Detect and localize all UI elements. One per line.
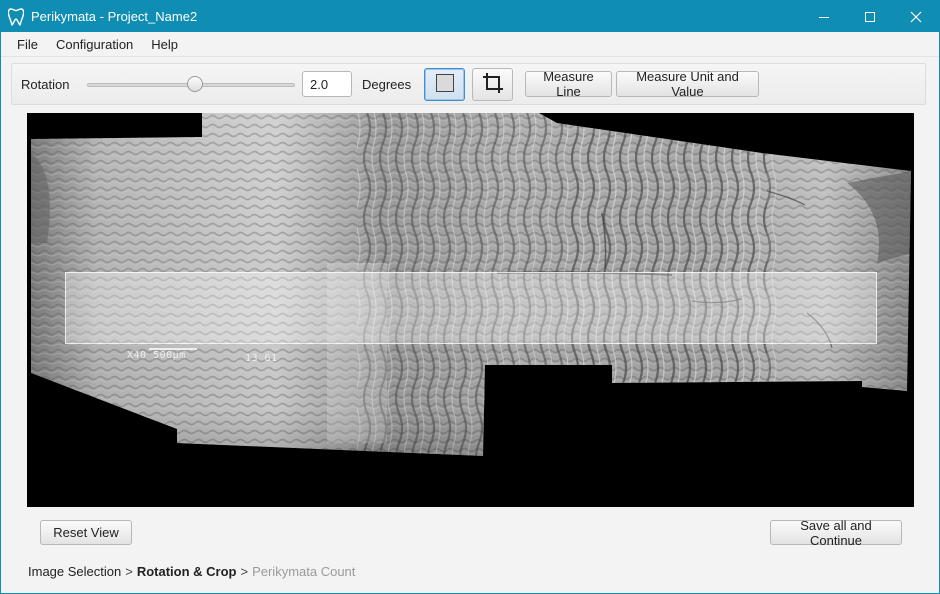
rotation-slider-thumb[interactable] bbox=[187, 76, 204, 92]
save-continue-button[interactable]: Save all and Continue bbox=[770, 518, 902, 548]
tooth-icon bbox=[1, 1, 31, 32]
select-tool-button[interactable] bbox=[424, 68, 465, 101]
image-viewer[interactable]: X40 500µm 13 61 bbox=[27, 113, 914, 507]
menu-configuration[interactable]: Configuration bbox=[47, 32, 142, 57]
breadcrumb-perikymata-count: Perikymata Count bbox=[252, 564, 356, 579]
title-bar[interactable]: Perikymata - Project_Name2 bbox=[1, 1, 939, 32]
crop-selection-rectangle[interactable] bbox=[65, 272, 877, 344]
menu-help[interactable]: Help bbox=[142, 32, 187, 57]
crop-tool-button[interactable] bbox=[472, 68, 513, 101]
window-controls bbox=[801, 1, 939, 32]
toolbar: Rotation Degrees Measure Line Measure Un… bbox=[11, 63, 926, 105]
menu-bar: File Configuration Help bbox=[1, 32, 939, 57]
minimize-icon[interactable] bbox=[801, 1, 847, 32]
rotation-degrees-input[interactable] bbox=[302, 71, 352, 97]
maximize-icon[interactable] bbox=[847, 1, 893, 32]
breadcrumb-separator: > bbox=[125, 564, 133, 579]
degrees-label: Degrees bbox=[362, 77, 412, 92]
reset-view-button[interactable]: Reset View bbox=[40, 520, 132, 545]
crop-icon bbox=[482, 72, 504, 97]
breadcrumb-image-selection[interactable]: Image Selection bbox=[28, 564, 121, 579]
measure-line-button[interactable]: Measure Line bbox=[525, 69, 612, 99]
menu-file[interactable]: File bbox=[1, 32, 47, 57]
breadcrumb: Image Selection > Rotation & Crop > Peri… bbox=[28, 564, 355, 579]
close-icon[interactable] bbox=[893, 1, 939, 32]
app-window: Perikymata - Project_Name2 File Configur… bbox=[0, 0, 940, 594]
square-select-icon bbox=[435, 73, 455, 96]
measure-unit-value-button[interactable]: Measure Unit and Value bbox=[616, 69, 759, 99]
image-code-label: 13 61 bbox=[245, 353, 278, 364]
rotation-label: Rotation bbox=[21, 77, 70, 92]
breadcrumb-separator: > bbox=[240, 564, 249, 579]
scale-bar-label: X40 500µm bbox=[127, 350, 186, 361]
window-title: Perikymata - Project_Name2 bbox=[31, 9, 198, 24]
breadcrumb-rotation-crop: Rotation & Crop bbox=[136, 564, 237, 579]
scale-bar bbox=[149, 348, 197, 350]
